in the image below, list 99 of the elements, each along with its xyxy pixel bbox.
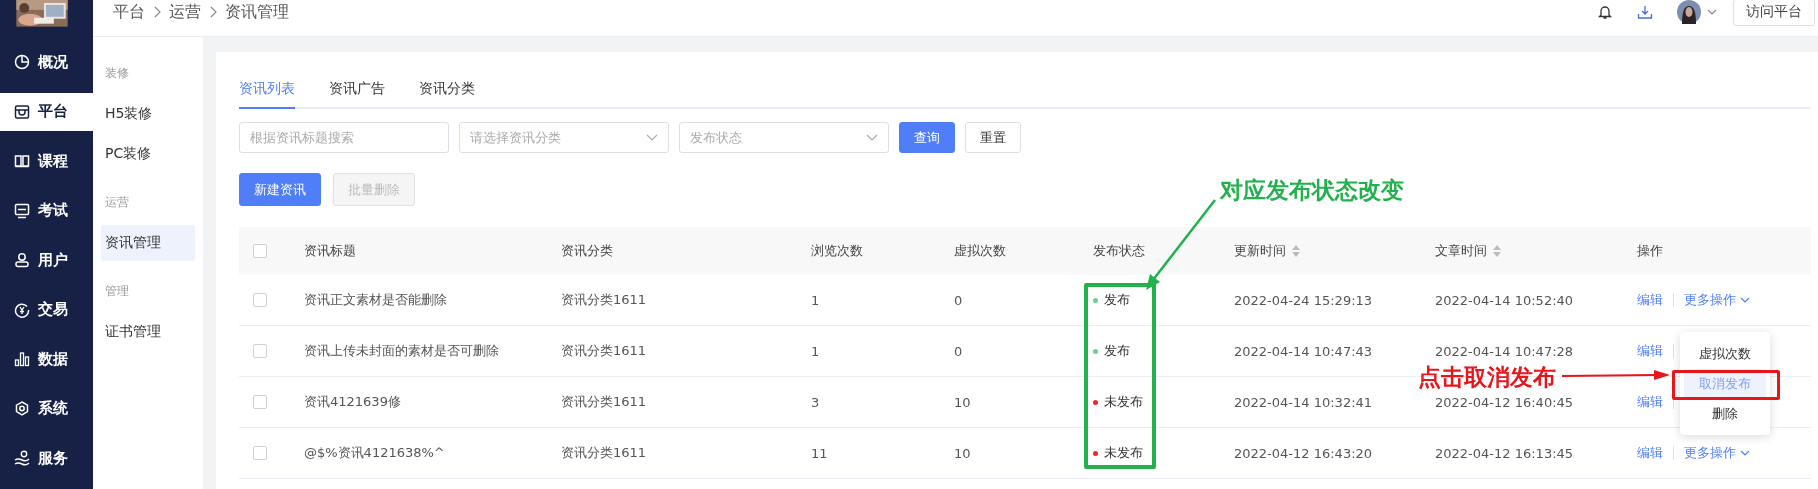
checkbox[interactable] [253, 293, 267, 307]
edit-link[interactable]: 编辑 [1637, 395, 1674, 409]
column-header: 发布状态 [1093, 242, 1145, 260]
menu-group-title: 管理 [104, 283, 130, 300]
select-placeholder: 发布状态 [690, 128, 742, 147]
tab[interactable]: 资讯列表 [239, 74, 295, 109]
table-cell: 2022-04-12 16:13:45 [1435, 445, 1574, 461]
bell-icon [1597, 4, 1613, 20]
nav-item[interactable]: 交易 [0, 291, 93, 329]
nav-item[interactable]: 平台 [0, 93, 93, 131]
status-text: 未发布 [1104, 444, 1143, 462]
table-cell: 1 [811, 292, 820, 308]
sub-menu-item[interactable]: PC装修 [101, 136, 195, 172]
more-actions-link[interactable]: 更多操作 [1684, 444, 1736, 462]
menu-item[interactable]: 虚拟次数 [1684, 339, 1766, 368]
pie-chart-icon [14, 54, 30, 71]
nav-item[interactable]: 课程 [0, 142, 93, 181]
nav-item[interactable]: 考试 [0, 192, 93, 230]
nav-item[interactable]: 用户 [0, 241, 93, 280]
menu-group-title: 装修 [104, 65, 130, 82]
chevron-down-icon [866, 134, 878, 141]
search-field[interactable]: 根据资讯标题搜索 [239, 122, 449, 153]
table-cell: 资讯分类1611 [561, 342, 647, 360]
column-header: 资讯分类 [561, 242, 613, 260]
sub-menu-item[interactable]: 资讯管理 [101, 225, 195, 261]
chevron-down-icon [1740, 297, 1750, 303]
table-cell: 资讯正文素材是否能删除 [304, 291, 447, 309]
edit-link[interactable]: 编辑 [1637, 446, 1674, 460]
table-cell: 2022-04-12 16:43:20 [1234, 445, 1373, 461]
coin-icon [14, 301, 30, 318]
book-icon [14, 153, 30, 170]
status-text: 发布 [1104, 291, 1130, 309]
sub-menu-item[interactable]: 证书管理 [101, 314, 195, 350]
user-icon [14, 252, 30, 269]
more-actions-link[interactable]: 更多操作 [1684, 291, 1736, 309]
edit-link[interactable]: 编辑 [1637, 344, 1674, 358]
menu-item[interactable]: 删除 [1684, 399, 1766, 428]
checkbox[interactable] [253, 446, 267, 460]
nav-item[interactable]: 系统 [0, 390, 93, 428]
table-cell: 11 [811, 445, 828, 461]
table-cell: 资讯分类1611 [561, 444, 647, 462]
table-cell: 2022-04-14 10:52:40 [1435, 292, 1574, 308]
nav-item[interactable]: 数据 [0, 340, 93, 379]
table-cell: 资讯分类1611 [561, 291, 647, 309]
table-cell: 0 [954, 343, 963, 359]
monitor-icon [14, 202, 30, 219]
menu-group-title: 运营 [104, 194, 130, 211]
table-cell: 1 [811, 343, 820, 359]
checkbox[interactable] [253, 244, 267, 258]
column-header: 浏览次数 [811, 242, 863, 260]
breadcrumb-link[interactable]: 运营 [169, 1, 201, 23]
table-cell: 10 [954, 445, 971, 461]
nav-item[interactable]: 服务 [0, 439, 93, 477]
sub-menu-item[interactable]: H5装修 [101, 96, 195, 132]
checkbox[interactable] [253, 344, 267, 358]
tab[interactable]: 资讯广告 [329, 74, 385, 109]
column-header[interactable]: 更新时间 [1234, 242, 1300, 260]
chevron-right-icon [153, 6, 161, 18]
storefront-icon [14, 103, 30, 120]
column-header: 操作 [1637, 242, 1663, 260]
table-cell: 3 [811, 394, 820, 410]
table-cell: 2022-04-12 16:40:45 [1435, 394, 1574, 410]
breadcrumb-link[interactable]: 平台 [113, 1, 145, 23]
chevron-down-icon [1707, 9, 1717, 15]
reset-button[interactable]: 重置 [965, 122, 1021, 153]
table-cell: 2022-04-14 10:47:28 [1435, 343, 1574, 359]
visit-platform-button[interactable]: 访问平台 [1733, 0, 1815, 26]
annotation-text: 对应发布状态改变 [1220, 177, 1404, 205]
column-header[interactable]: 文章时间 [1435, 242, 1501, 260]
avatar-icon [1677, 0, 1701, 24]
table-cell: 10 [954, 394, 971, 410]
tab[interactable]: 资讯分类 [419, 74, 475, 109]
checkbox[interactable] [253, 395, 267, 409]
table-cell: 资讯4121639修 [304, 393, 401, 411]
column-header: 资讯标题 [304, 242, 356, 260]
settings-icon [14, 400, 30, 417]
table-cell: 2022-04-14 10:47:43 [1234, 343, 1373, 359]
table-cell: 资讯上传未封面的素材是否可删除 [304, 342, 499, 360]
select-placeholder: 请选择资讯分类 [470, 128, 561, 147]
edit-link[interactable]: 编辑 [1637, 293, 1674, 307]
table-cell: 2022-04-24 15:29:13 [1234, 292, 1373, 308]
chevron-down-icon [1740, 450, 1750, 456]
hand-icon [14, 450, 30, 467]
status-text: 发布 [1104, 342, 1130, 360]
table-cell: 2022-04-14 10:32:41 [1234, 394, 1373, 410]
download-icon [1637, 4, 1653, 20]
column-header: 虚拟次数 [954, 242, 1006, 260]
query-button[interactable]: 查询 [899, 122, 955, 153]
annotation-text: 点击取消发布 [1418, 364, 1556, 392]
chevron-right-icon [209, 6, 217, 18]
table-cell: 0 [954, 292, 963, 308]
table-cell: 资讯分类1611 [561, 393, 647, 411]
nav-item[interactable]: 概况 [0, 43, 93, 82]
bar-chart-icon [14, 351, 30, 368]
new-button[interactable]: 新建资讯 [239, 173, 321, 206]
status-text: 未发布 [1104, 393, 1143, 411]
chevron-down-icon [646, 134, 658, 141]
table-cell: @$%资讯4121638%^ [304, 444, 445, 462]
breadcrumb-link[interactable]: 资讯管理 [225, 1, 289, 23]
